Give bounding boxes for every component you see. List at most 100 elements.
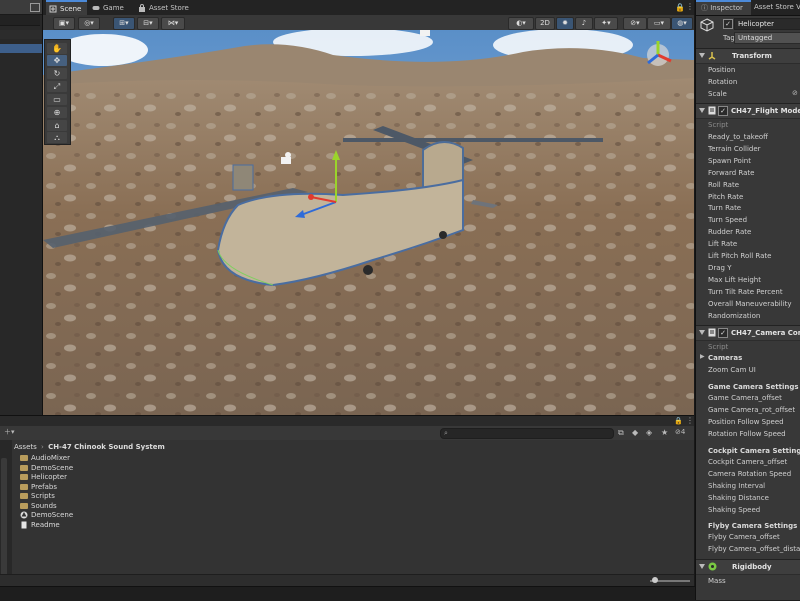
hidden-packages-count: 4 — [680, 428, 686, 436]
inspector-field-label: Cockpit Camera_offset — [708, 458, 788, 466]
folder-icon — [20, 474, 28, 480]
collapse-icon — [699, 108, 705, 113]
scale-tool-icon[interactable]: ⤢ — [47, 81, 67, 92]
asset-name: Sounds — [31, 501, 57, 510]
rigidbody-component-header[interactable]: Rigidbody — [696, 559, 800, 575]
shading-mode-dropdown[interactable]: ◐▾ — [508, 17, 534, 30]
expand-arrow-icon[interactable]: ▶ — [700, 353, 705, 360]
camera-settings-dropdown[interactable]: ▭▾ — [647, 17, 671, 30]
camera-control-enabled-checkbox[interactable]: ✓ — [718, 328, 728, 338]
custom-tool-2-icon[interactable]: ⛬ — [47, 132, 67, 143]
tab-game[interactable]: Game — [89, 1, 130, 15]
asset-item[interactable]: Prefabs — [20, 483, 57, 492]
inspector-field-label: Pitch Rate — [708, 192, 744, 201]
tab-asset-store[interactable]: Asset Store — [135, 1, 195, 15]
asset-item[interactable]: AudioMixer — [20, 454, 70, 463]
shopping-bag-icon — [139, 4, 145, 12]
lock-icon[interactable]: 🔒 — [675, 3, 685, 12]
lighting-toggle-icon[interactable]: ✹ — [556, 17, 574, 30]
folder-icon — [20, 493, 28, 499]
inspector-panel: ⓘ Inspector Asset Store V ✓ Helicopter T… — [695, 0, 800, 600]
custom-tool-icon[interactable]: ⌂ — [47, 120, 67, 131]
breadcrumb-current[interactable]: CH-47 Chinook Sound System — [48, 443, 165, 451]
tab-asset-store-label: Asset Store — [149, 4, 189, 12]
active-checkbox[interactable]: ✓ — [723, 19, 733, 29]
inspector-field-label: Game Camera_rot_offset — [708, 406, 796, 414]
camera-gizmo-2-icon[interactable] — [420, 30, 430, 36]
inspector-tab-bar: ⓘ Inspector Asset Store V — [696, 0, 800, 16]
scene-tab-bar: Scene Game Asset Store 🔒 ⋮ — [43, 0, 694, 16]
asset-item[interactable]: Sounds — [20, 502, 57, 511]
move-tool-icon[interactable]: ✥ — [47, 55, 67, 66]
tab-asset-store-v[interactable]: Asset Store V — [754, 0, 800, 15]
hierarchy-menu-icon[interactable] — [30, 3, 40, 12]
project-search-input[interactable]: ⌕ — [440, 428, 614, 439]
snap-increment-button[interactable]: ⊟▾ — [137, 17, 159, 30]
asset-item[interactable]: DemoScene — [20, 511, 73, 520]
hidden-packages-icon[interactable]: ⊘4 — [675, 428, 685, 436]
rigidbody-icon — [708, 562, 717, 571]
hierarchy-selected-row[interactable] — [0, 44, 42, 53]
filter-by-label-icon[interactable]: ◆ — [632, 428, 638, 437]
hierarchy-row[interactable] — [0, 30, 42, 39]
asset-item[interactable]: DemoScene — [20, 464, 73, 473]
camera-control-component-header[interactable]: ✓ CH47_Camera Cont — [696, 325, 800, 341]
script-icon — [708, 106, 716, 115]
increment-snap-dropdown[interactable]: ⋈▾ — [161, 17, 185, 30]
inspector-field-label: Randomization — [708, 311, 761, 320]
status-bar — [0, 586, 800, 601]
rotate-tool-icon[interactable]: ↻ — [47, 68, 67, 79]
tab-inspector[interactable]: ⓘ Inspector — [696, 0, 751, 15]
draw-mode-dropdown[interactable]: ▣▾ — [53, 17, 75, 30]
inspector-field-label: Position Follow Speed — [708, 418, 784, 426]
hand-tool-icon[interactable]: ✋ — [47, 43, 67, 54]
folder-tree-scrollbar[interactable] — [1, 458, 7, 578]
project-menu-icon[interactable]: ⋮ — [686, 416, 694, 425]
tab-inspector-label: Inspector — [710, 4, 743, 12]
tag-dropdown[interactable]: Untagged — [734, 32, 800, 44]
rect-tool-icon[interactable]: ▭ — [47, 94, 67, 105]
add-asset-icon[interactable]: ＋▾ — [4, 427, 15, 437]
mode-2d-button[interactable]: 2D — [535, 17, 555, 30]
render-mode-dropdown[interactable]: ◎▾ — [78, 17, 100, 30]
inspector-field-label: Lift Rate — [708, 240, 738, 249]
icon-size-slider-thumb[interactable] — [652, 577, 658, 583]
transform-component-header[interactable]: Transform — [696, 48, 800, 64]
rigidbody-title: Rigidbody — [732, 563, 772, 571]
hierarchy-search[interactable] — [0, 15, 40, 26]
document-icon — [21, 521, 27, 528]
unity-scene-icon — [20, 511, 28, 519]
more-menu-icon[interactable]: ⋮ — [686, 2, 694, 11]
inspector-field-label: Rudder Rate — [708, 228, 752, 237]
cameras-foldout-label[interactable]: Cameras — [708, 353, 742, 363]
asset-item[interactable]: Scripts — [20, 492, 55, 501]
breadcrumb-root[interactable]: Assets — [14, 443, 37, 451]
asset-name: Scripts — [31, 492, 55, 500]
link-scale-icon[interactable]: ⊘ — [792, 89, 798, 97]
scene-view[interactable]: ✋ ✥ ↻ ⤢ ▭ ⊕ ⌂ ⛬ — [43, 30, 694, 415]
hidden-objects-toggle-icon[interactable]: ⊘▾ — [623, 17, 647, 30]
asset-item[interactable]: Helicopter — [20, 473, 67, 482]
filter-by-type-icon[interactable]: ⧉ — [618, 428, 624, 438]
asset-name: AudioMixer — [31, 454, 70, 462]
audio-toggle-icon[interactable]: ♪ — [575, 17, 593, 30]
project-lock-icon[interactable]: 🔒 — [674, 417, 683, 425]
object-name-field[interactable]: Helicopter — [734, 18, 800, 30]
asset-item[interactable]: Readme — [20, 521, 60, 530]
flight-model-component-header[interactable]: ✓ CH47_Flight Model ( — [696, 103, 800, 119]
save-search-icon[interactable]: ◈ — [646, 428, 652, 437]
scene-toolbar: ▣▾ ◎▾ ⊞▾ ⊟▾ ⋈▾ ◐▾ 2D ✹ ♪ ✦▾ ⊘▾ ▭▾ ◍▾ — [43, 15, 694, 31]
tab-scene[interactable]: Scene — [46, 0, 88, 16]
flight-model-enabled-checkbox[interactable]: ✓ — [718, 106, 728, 116]
transform-tool-icon[interactable]: ⊕ — [47, 107, 67, 118]
favorite-star-icon[interactable]: ★ — [661, 428, 668, 437]
asset-name: Readme — [31, 520, 60, 529]
inspector-field-label: Max Lift Height — [708, 275, 761, 284]
grid-snapping-button[interactable]: ⊞▾ — [113, 17, 135, 30]
inspector-field-label: Game Camera_offset — [708, 394, 782, 402]
transform-title: Transform — [732, 52, 772, 60]
gizmos-dropdown[interactable]: ◍▾ — [671, 17, 693, 30]
inspector-field-label: Drag Y — [708, 263, 732, 272]
game-controller-icon — [92, 6, 100, 10]
effects-dropdown[interactable]: ✦▾ — [594, 17, 618, 30]
